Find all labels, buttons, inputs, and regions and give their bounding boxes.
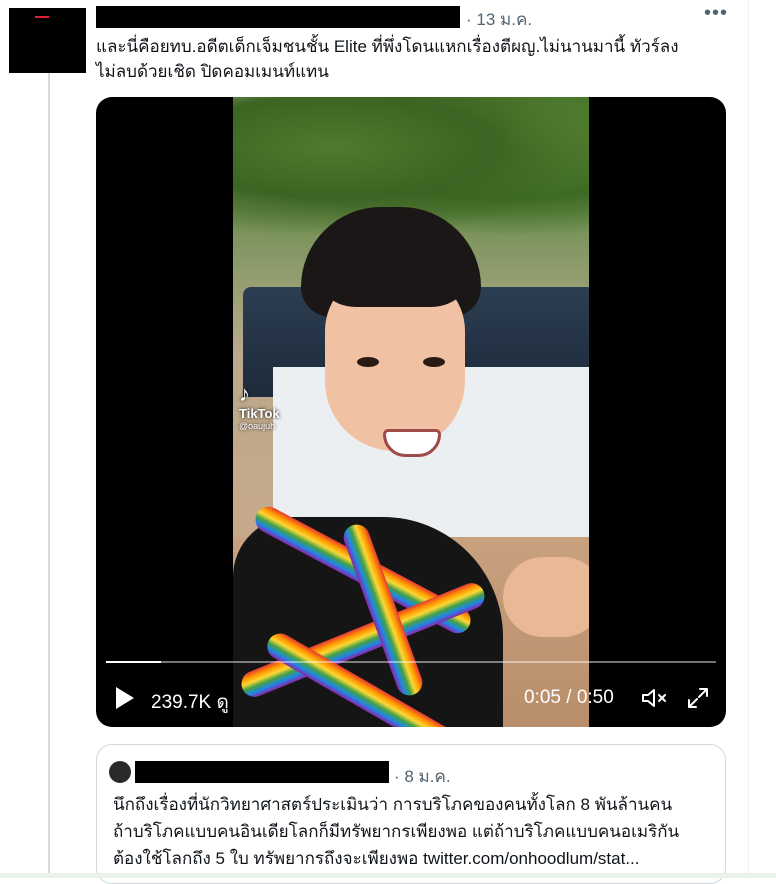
video-controls: 239.7K ดู 0:05 / 0:50 — [96, 677, 726, 721]
more-options-icon[interactable]: ••• — [704, 2, 728, 25]
quoted-tweet-timestamp[interactable]: · 8 ม.ค. — [394, 763, 451, 790]
quoted-tweet-text: นึกถึงเรื่องที่นักวิทยาศาสตร์ประเมินว่า … — [113, 791, 713, 872]
quoted-text-line: ถ้าบริโภคแบบคนอินเดียโลกก็มีทรัพยากรเพีย… — [113, 822, 680, 841]
redacted-quoted-author-name[interactable] — [135, 761, 389, 783]
tweet-text-line: และนี่คือยทบ.อดีตเด็กเจ็มชนชั้น Elite ที… — [96, 37, 679, 56]
quoted-tweet[interactable]: · 8 ม.ค. นึกถึงเรื่องที่นักวิทยาศาสตร์ปร… — [96, 744, 726, 884]
video-player[interactable]: ♪ TikTok @oaujuh 239.7K ดู 0:05 / 0:50 — [96, 97, 726, 727]
tiktok-username: @oaujuh — [239, 421, 276, 431]
play-icon[interactable] — [116, 687, 134, 709]
volume-muted-icon[interactable] — [641, 686, 669, 710]
tweet-text: และนี่คือยทบ.อดีตเด็กเจ็มชนชั้น Elite ที… — [96, 34, 736, 84]
avatar-mark — [35, 16, 49, 18]
tiktok-wordmark: TikTok — [239, 406, 280, 421]
column-border — [748, 0, 749, 878]
quoted-author-avatar[interactable] — [109, 761, 131, 783]
video-time: 0:05 / 0:50 — [524, 687, 614, 708]
right-eye — [423, 357, 445, 367]
bottom-strip — [0, 873, 776, 878]
left-eye — [357, 357, 379, 367]
fullscreen-icon[interactable] — [686, 686, 710, 710]
quoted-text-line: ต้องใช้โลกถึง 5 ใบ ทรัพยากรถึงจะเพียงพอ … — [113, 849, 640, 868]
tiktok-logo-icon: ♪ — [239, 381, 250, 406]
person-head — [301, 207, 481, 497]
thread-line — [48, 72, 50, 878]
quoted-text-line: นึกถึงเรื่องที่นักวิทยาศาสตร์ประเมินว่า … — [113, 795, 673, 814]
view-count: 239.7K ดู — [151, 692, 229, 713]
author-avatar[interactable] — [9, 8, 86, 73]
video-progress-bar[interactable] — [106, 661, 716, 663]
video-frame: ♪ TikTok @oaujuh — [233, 97, 589, 727]
tweet-timestamp[interactable]: · 13 ม.ค. — [466, 6, 532, 33]
redacted-author-name[interactable] — [96, 6, 460, 28]
tweet-text-line: ไม่ลบด้วยเชิด ปิดคอมเมนท์แทน — [96, 62, 329, 81]
mouth — [383, 429, 441, 457]
person-arm — [503, 557, 589, 637]
video-progress-fill — [106, 661, 161, 663]
tiktok-watermark: ♪ TikTok @oaujuh — [239, 381, 280, 432]
hair-fringe — [311, 247, 476, 307]
